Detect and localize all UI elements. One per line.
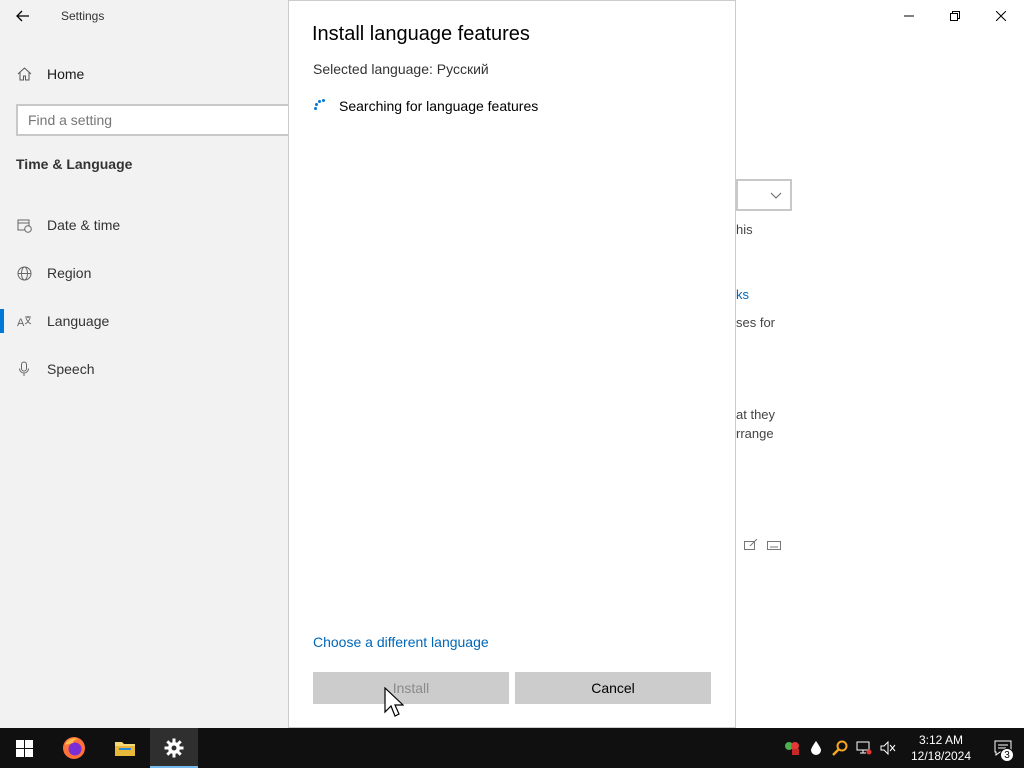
nav-pane: Settings Home Find a setting Time & Lang…: [0, 0, 306, 728]
chevron-down-icon: [770, 192, 782, 199]
background-link[interactable]: ks: [736, 287, 749, 302]
language-dropdown[interactable]: [736, 179, 792, 211]
background-text: ses for: [736, 315, 776, 330]
taskbar-firefox[interactable]: [48, 728, 100, 768]
search-status-text: Searching for language features: [339, 98, 539, 114]
nav-item-region[interactable]: Region: [16, 255, 91, 291]
background-text: his: [736, 222, 753, 237]
background-text: at they: [736, 407, 776, 422]
search-placeholder: Find a setting: [28, 112, 113, 128]
search-key-icon[interactable]: [828, 728, 852, 768]
system-tray: 3:12 AM 12/18/2024 3: [780, 728, 1024, 768]
firefox-icon: [63, 737, 85, 759]
droplet-icon[interactable]: [804, 728, 828, 768]
restore-button[interactable]: [932, 0, 978, 32]
nav-item-label: Region: [47, 265, 92, 281]
volume-muted-icon[interactable]: [876, 728, 900, 768]
svg-text:A: A: [17, 317, 25, 329]
section-title: Time & Language: [16, 156, 133, 172]
home-icon: [16, 66, 32, 82]
restore-icon: [950, 11, 960, 21]
cancel-button[interactable]: Cancel: [515, 672, 711, 704]
install-language-features-dialog: Install language features Selected langu…: [288, 0, 736, 728]
mouse-cursor-icon: [384, 687, 404, 717]
calendar-clock-icon: [16, 217, 32, 233]
install-button[interactable]: Install: [313, 672, 509, 704]
search-status: Searching for language features: [313, 98, 538, 114]
nav-item-label: Language: [47, 313, 110, 329]
taskbar-file-explorer[interactable]: [100, 728, 150, 768]
title-bar: Settings: [0, 0, 290, 32]
minimize-icon: [904, 15, 914, 17]
network-icon[interactable]: [852, 728, 876, 768]
microphone-icon: [16, 361, 32, 377]
close-button[interactable]: [978, 0, 1024, 32]
keyboard-icon: [767, 541, 781, 551]
taskbar: 3:12 AM 12/18/2024 3: [0, 728, 1024, 768]
minimize-button[interactable]: [886, 0, 932, 32]
clock-date: 12/18/2024: [910, 749, 972, 763]
app-title: Settings: [61, 9, 105, 23]
loading-spinner-icon: [313, 99, 327, 113]
choose-different-language-link[interactable]: Choose a different language: [313, 634, 489, 650]
nav-item-language[interactable]: A Language: [16, 303, 110, 339]
nav-item-label: Date & time: [47, 217, 121, 233]
language-icon: A: [16, 313, 32, 329]
folder-icon: [115, 742, 135, 756]
back-button[interactable]: [0, 0, 46, 32]
clock-time: 3:12 AM: [918, 733, 964, 747]
dialog-title: Install language features: [312, 23, 530, 45]
search-input[interactable]: Find a setting: [16, 104, 306, 136]
clock[interactable]: 3:12 AM 12/18/2024: [906, 732, 976, 764]
taskbar-settings[interactable]: [150, 728, 198, 768]
globe-icon: [16, 265, 32, 281]
gear-icon: [164, 738, 184, 758]
nav-item-label: Speech: [47, 361, 95, 377]
tray-app-icon[interactable]: [780, 728, 804, 768]
handwriting-icon: [744, 538, 758, 550]
background-text: rrange: [736, 426, 774, 441]
nav-item-speech[interactable]: Speech: [16, 351, 94, 387]
nav-home[interactable]: Home: [16, 60, 84, 88]
windows-logo-icon: [15, 739, 33, 757]
action-center-button[interactable]: 3: [982, 728, 1024, 768]
selected-language-label: Selected language: Русский: [313, 61, 489, 77]
back-arrow-icon: [16, 10, 29, 22]
window-controls: [886, 0, 1024, 32]
nav-home-label: Home: [47, 66, 85, 82]
start-button[interactable]: [0, 728, 48, 768]
notification-count-badge: 3: [1000, 748, 1014, 762]
selected-indicator: [0, 309, 4, 333]
nav-item-date-time[interactable]: Date & time: [16, 207, 120, 243]
close-icon: [996, 11, 1006, 21]
